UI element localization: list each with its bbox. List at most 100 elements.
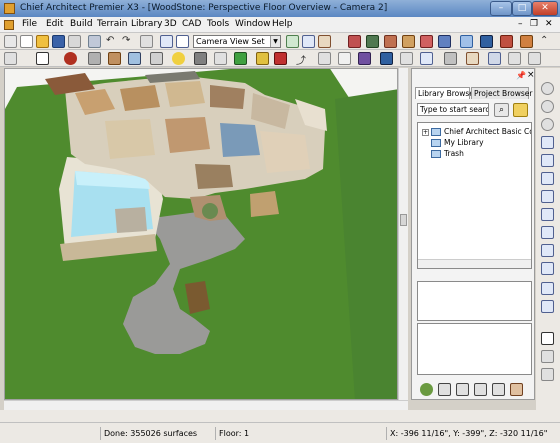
- cross-section-icon[interactable]: [402, 35, 415, 48]
- zoom-in-icon[interactable]: [541, 82, 554, 95]
- down-arrow-icon[interactable]: [541, 368, 554, 381]
- dimension-icon[interactable]: [274, 52, 287, 65]
- save-icon[interactable]: [52, 35, 65, 48]
- door-icon[interactable]: [108, 52, 121, 65]
- page-icon[interactable]: [4, 52, 17, 65]
- expand-view-icon[interactable]: [541, 282, 554, 295]
- menu-cad[interactable]: CAD: [182, 19, 201, 29]
- camera-icon[interactable]: [286, 35, 299, 48]
- cut-icon[interactable]: [88, 35, 101, 48]
- close-icon[interactable]: ×: [527, 70, 535, 80]
- menu-file[interactable]: File: [22, 19, 37, 29]
- scroll-thumb[interactable]: [400, 214, 407, 226]
- stair-icon[interactable]: [194, 52, 207, 65]
- maximize-button[interactable]: □: [512, 1, 532, 16]
- line-icon[interactable]: ⤴: [296, 52, 309, 67]
- roof-icon[interactable]: [384, 35, 397, 48]
- redo-icon[interactable]: ↷: [122, 35, 135, 48]
- view-split-icon[interactable]: [456, 383, 469, 396]
- new-plan-icon[interactable]: [4, 35, 17, 48]
- viewport-horizontal-scrollbar[interactable]: [4, 400, 408, 410]
- wall-icon[interactable]: [88, 52, 101, 65]
- text-icon[interactable]: [256, 52, 269, 65]
- mdi-restore-button[interactable]: ❐: [530, 19, 538, 29]
- menu-3d[interactable]: 3D: [164, 19, 177, 29]
- document-icon[interactable]: [4, 20, 14, 30]
- refresh-icon[interactable]: [541, 226, 554, 239]
- paint-icon[interactable]: [318, 35, 331, 48]
- tab-project-browser[interactable]: Project Browser: [471, 87, 532, 99]
- exterior-icon[interactable]: [500, 35, 513, 48]
- layer-set-icon[interactable]: [541, 350, 554, 363]
- tab-library-browser[interactable]: Library Browser: [415, 87, 477, 99]
- doll-house-icon[interactable]: [438, 35, 451, 48]
- print-icon[interactable]: [68, 35, 81, 48]
- settings-icon[interactable]: [420, 52, 433, 65]
- menu-terrain[interactable]: Terrain: [97, 19, 127, 29]
- minimize-button[interactable]: –: [490, 1, 512, 16]
- transfer-icon[interactable]: [400, 52, 413, 65]
- library-icon[interactable]: [358, 52, 371, 65]
- rotate-icon[interactable]: [541, 262, 554, 275]
- window-icon[interactable]: [128, 52, 141, 65]
- view-thumb-icon[interactable]: [492, 383, 505, 396]
- close-button[interactable]: ✕: [532, 1, 558, 16]
- cabinet-icon[interactable]: [150, 52, 163, 65]
- pointer-icon[interactable]: [36, 52, 49, 65]
- snap-icon[interactable]: [466, 52, 479, 65]
- select-icon[interactable]: [140, 35, 153, 48]
- folder-icon[interactable]: [513, 103, 528, 117]
- tree-item-my-library[interactable]: My Library: [431, 138, 484, 148]
- undo-zoom-icon[interactable]: [541, 190, 554, 203]
- properties-icon[interactable]: [510, 383, 523, 396]
- fill-window-icon[interactable]: [541, 136, 554, 149]
- materials-icon[interactable]: [380, 52, 393, 65]
- dbx-icon[interactable]: [160, 35, 173, 48]
- menu-edit[interactable]: Edit: [46, 19, 63, 29]
- light-icon[interactable]: [172, 52, 185, 65]
- pin-icon[interactable]: 📌: [516, 71, 526, 80]
- orbit-icon[interactable]: [541, 244, 554, 257]
- overview-icon[interactable]: [520, 35, 533, 48]
- elevation-icon[interactable]: [366, 35, 379, 48]
- pan-icon[interactable]: [541, 172, 554, 185]
- house-icon[interactable]: [348, 35, 361, 48]
- app-icon[interactable]: [4, 3, 15, 14]
- walkthrough-icon[interactable]: [460, 35, 473, 48]
- viewport-vertical-scrollbar[interactable]: [398, 68, 408, 400]
- menu-tools[interactable]: Tools: [207, 19, 229, 29]
- zoom-box-icon[interactable]: [541, 118, 554, 131]
- measure-icon[interactable]: [541, 332, 554, 345]
- fullscreen-icon[interactable]: [541, 300, 554, 313]
- camera-view-icon[interactable]: [480, 35, 493, 48]
- menu-window[interactable]: Window: [235, 19, 271, 29]
- view-detail-icon[interactable]: [474, 383, 487, 396]
- camera-view-set-select[interactable]: Camera View Set ▼: [193, 35, 281, 48]
- tree-item-basic-catalog[interactable]: + Chief Architect Basic Cor: [422, 127, 531, 137]
- chevron-up-icon[interactable]: ⌃: [540, 35, 553, 48]
- new-layout-icon[interactable]: [20, 35, 33, 48]
- 3d-view-icon[interactable]: [420, 35, 433, 48]
- open-icon[interactable]: [36, 35, 49, 48]
- angle-icon[interactable]: [488, 52, 501, 65]
- plane-icon[interactable]: [508, 52, 521, 65]
- cad-icon[interactable]: [318, 52, 331, 65]
- tree-horizontal-scrollbar[interactable]: [418, 259, 531, 268]
- expand-icon[interactable]: +: [422, 128, 429, 136]
- view-list-icon[interactable]: [438, 383, 451, 396]
- tree-icon[interactable]: [420, 383, 433, 396]
- mdi-minimize-button[interactable]: –: [518, 19, 523, 29]
- search-icon[interactable]: ⌕: [494, 103, 509, 117]
- zoom-out-icon[interactable]: [541, 100, 554, 113]
- terrain-icon[interactable]: [234, 52, 247, 65]
- 3d-viewport[interactable]: [4, 68, 398, 400]
- menu-help[interactable]: Help: [272, 19, 293, 29]
- electrical-icon[interactable]: [214, 52, 227, 65]
- tree-item-trash[interactable]: Trash: [431, 149, 464, 159]
- edit-icon[interactable]: [302, 35, 315, 48]
- menu-library[interactable]: Library: [131, 19, 162, 29]
- undo-icon[interactable]: ↶: [106, 35, 119, 48]
- fit-icon[interactable]: [541, 154, 554, 167]
- grid-icon[interactable]: [444, 52, 457, 65]
- mdi-close-button[interactable]: ✕: [545, 19, 553, 29]
